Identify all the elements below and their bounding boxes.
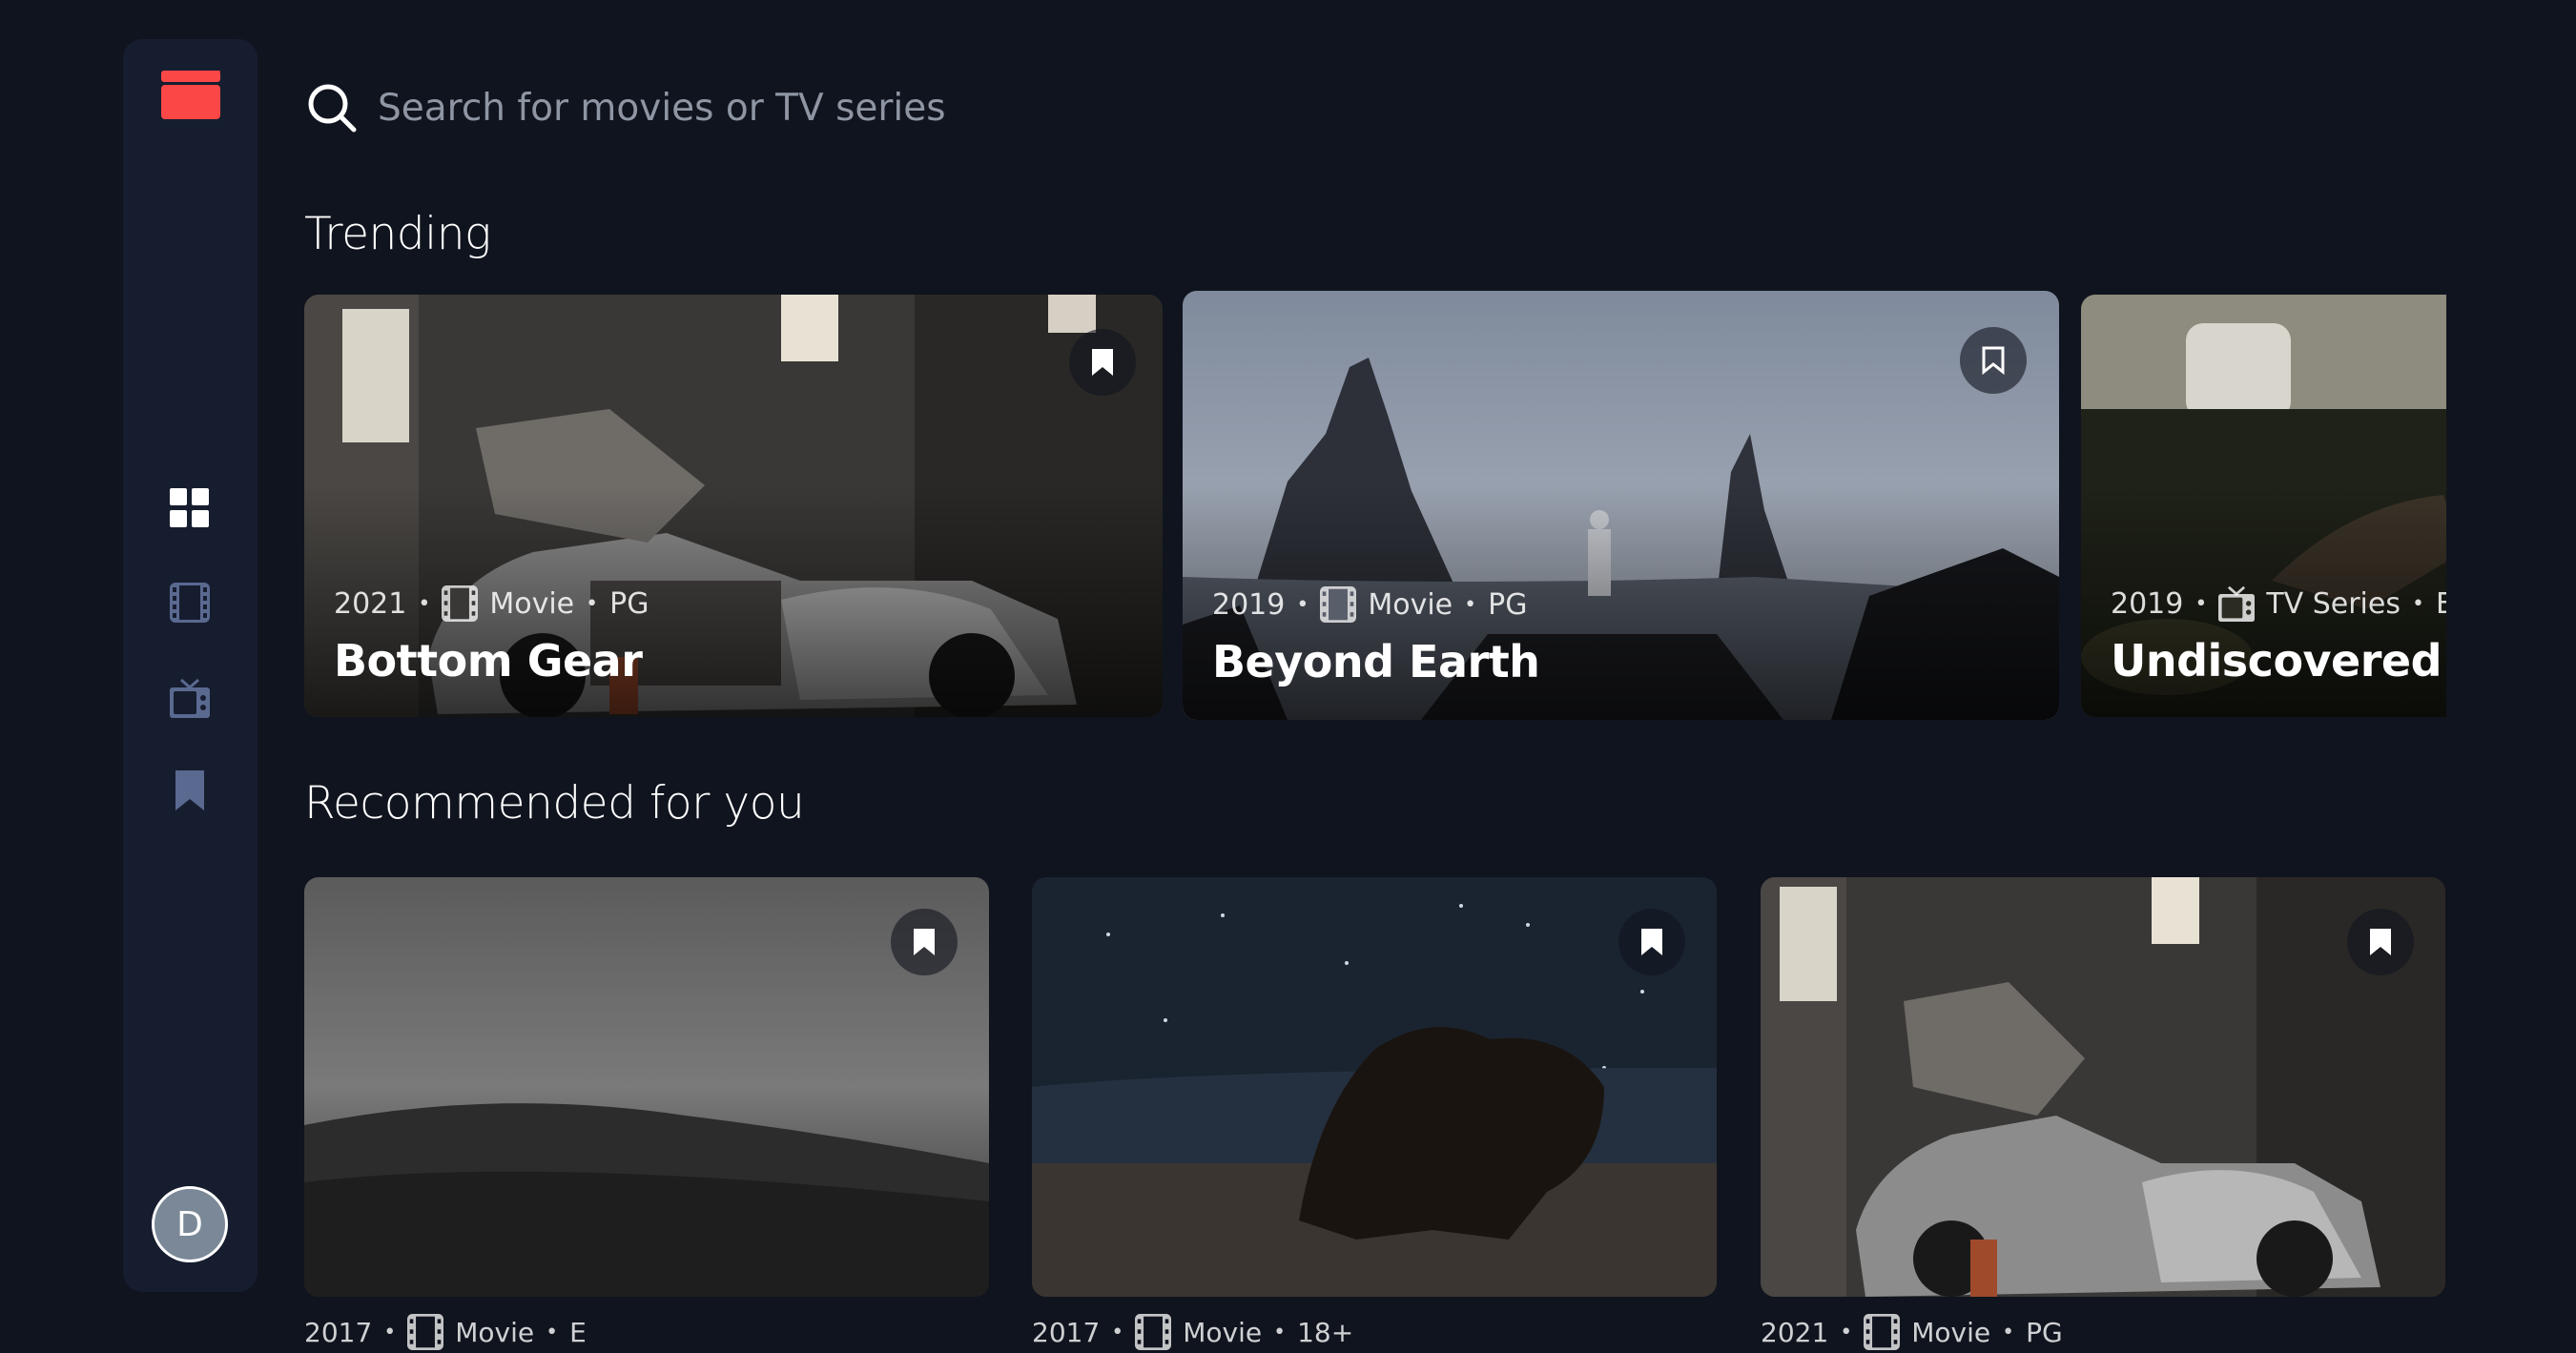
card-meta: 2019 • TV Series • E bbox=[2111, 585, 2446, 622]
bookmark-icon bbox=[1641, 929, 1662, 955]
trending-card[interactable]: 2019 • TV Series • E Undiscovered Cities bbox=[2081, 295, 2446, 717]
bookmark-icon bbox=[914, 929, 935, 955]
tv-icon bbox=[2218, 585, 2256, 622]
separator-dot: • bbox=[2002, 1320, 2015, 1344]
card-category: Movie bbox=[1911, 1316, 1991, 1348]
card-category: Movie bbox=[1368, 587, 1453, 622]
bookmark-icon bbox=[1092, 349, 1113, 376]
separator-dot: • bbox=[383, 1320, 397, 1344]
card-meta: 2017 • Movie • E bbox=[304, 1314, 587, 1350]
trending-card[interactable]: 2021 • Movie • PG Bottom Gear bbox=[304, 295, 1163, 717]
card-category: Movie bbox=[1183, 1316, 1263, 1348]
card-year: 2019 bbox=[2111, 586, 2184, 621]
trending-carousel[interactable]: 2021 • Movie • PG Bottom Gear 2019 • Mov… bbox=[304, 291, 2446, 720]
bookmark-button[interactable] bbox=[1618, 909, 1685, 975]
search-icon bbox=[308, 84, 357, 133]
card-meta: 2019 • Movie • PG bbox=[1212, 586, 1527, 623]
separator-dot: • bbox=[1464, 592, 1477, 617]
card-meta: 2021 • Movie • PG bbox=[334, 585, 649, 622]
bookmark-button[interactable] bbox=[1069, 329, 1136, 396]
separator-dot: • bbox=[586, 591, 599, 616]
bookmark-button[interactable] bbox=[1960, 327, 2027, 394]
film-icon[interactable] bbox=[170, 583, 210, 623]
card-thumbnail bbox=[304, 877, 989, 1297]
card-meta: 2017 • Movie • 18+ bbox=[1032, 1314, 1353, 1350]
recommended-card[interactable] bbox=[1032, 877, 1717, 1297]
bookmark-icon[interactable] bbox=[170, 770, 210, 810]
card-category: TV Series bbox=[2266, 586, 2401, 621]
grid-icon[interactable] bbox=[170, 488, 210, 528]
recommended-heading: Recommended for you bbox=[304, 777, 805, 830]
card-thumbnail bbox=[1032, 877, 1717, 1297]
bookmark-outline-icon bbox=[1982, 346, 2005, 375]
card-year: 2019 bbox=[1212, 587, 1286, 622]
card-year: 2017 bbox=[1032, 1316, 1101, 1348]
card-thumbnail bbox=[1761, 877, 2445, 1297]
card-category: Movie bbox=[489, 586, 575, 621]
separator-dot: • bbox=[1111, 1320, 1124, 1344]
separator-dot: • bbox=[1296, 592, 1309, 617]
card-title: Undiscovered Cities bbox=[2111, 635, 2446, 687]
bookmark-button[interactable] bbox=[891, 909, 958, 975]
search-bar bbox=[305, 74, 1640, 141]
separator-dot: • bbox=[546, 1320, 559, 1344]
card-meta: 2021 • Movie • PG bbox=[1761, 1314, 2063, 1350]
sidebar: D bbox=[123, 39, 258, 1292]
separator-dot: • bbox=[418, 591, 431, 616]
card-category: Movie bbox=[455, 1316, 535, 1348]
card-title: Bottom Gear bbox=[334, 635, 643, 687]
card-title: Beyond Earth bbox=[1212, 636, 1540, 687]
bookmark-icon bbox=[2370, 929, 2391, 955]
film-icon bbox=[442, 585, 479, 622]
bookmark-button[interactable] bbox=[2347, 909, 2414, 975]
separator-dot: • bbox=[1273, 1320, 1287, 1344]
film-icon bbox=[1135, 1314, 1172, 1350]
trending-heading: Trending bbox=[304, 208, 491, 260]
card-year: 2021 bbox=[1761, 1316, 1829, 1348]
card-year: 2021 bbox=[334, 586, 407, 621]
trending-card[interactable]: 2019 • Movie • PG Beyond Earth bbox=[1183, 291, 2059, 720]
card-year: 2017 bbox=[304, 1316, 373, 1348]
card-rating: E bbox=[569, 1316, 587, 1348]
avatar[interactable]: D bbox=[152, 1186, 228, 1262]
film-icon bbox=[407, 1314, 444, 1350]
recommended-card[interactable] bbox=[304, 877, 989, 1297]
search-input[interactable] bbox=[378, 86, 1522, 130]
film-icon bbox=[1320, 586, 1357, 623]
card-rating: PG bbox=[2026, 1316, 2063, 1348]
card-rating: PG bbox=[609, 586, 649, 621]
card-rating: 18+ bbox=[1297, 1316, 1354, 1348]
clapperboard-icon[interactable] bbox=[159, 68, 222, 121]
recommended-card[interactable] bbox=[1761, 877, 2445, 1297]
separator-dot: • bbox=[2195, 591, 2208, 616]
separator-dot: • bbox=[2411, 591, 2424, 616]
avatar-initial: D bbox=[176, 1204, 203, 1244]
card-rating: PG bbox=[1488, 587, 1528, 622]
film-icon bbox=[1864, 1314, 1901, 1350]
separator-dot: • bbox=[1840, 1320, 1853, 1344]
tv-icon[interactable] bbox=[170, 678, 210, 718]
card-rating: E bbox=[2435, 586, 2446, 621]
